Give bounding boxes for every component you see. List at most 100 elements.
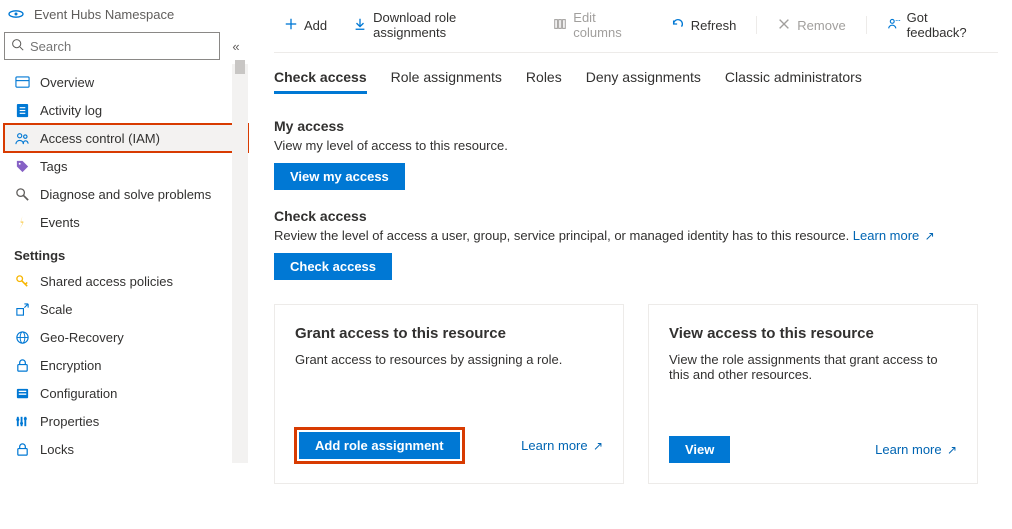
download-icon — [353, 17, 367, 34]
add-button[interactable]: Add — [274, 15, 337, 36]
feedback-icon — [887, 17, 901, 34]
search-icon — [11, 38, 24, 54]
grant-learn-more-link[interactable]: Learn more ↗ — [521, 438, 603, 453]
check-access-desc: Review the level of access a user, group… — [274, 228, 998, 243]
sidebar-item-label: Access control (IAM) — [40, 131, 160, 146]
lock-icon — [14, 441, 30, 457]
grant-card-title: Grant access to this resource — [295, 325, 603, 342]
view-button[interactable]: View — [669, 436, 730, 463]
external-link-icon: ↗ — [921, 229, 934, 243]
view-card-title: View access to this resource — [669, 325, 957, 342]
tab-deny-assignments[interactable]: Deny assignments — [586, 69, 701, 94]
separator — [756, 16, 757, 34]
add-label: Add — [304, 18, 327, 33]
sidebar-scrollbar[interactable] — [232, 64, 248, 463]
search-input-wrapper[interactable] — [4, 32, 220, 60]
properties-icon — [14, 413, 30, 429]
check-access-learn-more-link[interactable]: Learn more ↗ — [853, 228, 935, 243]
grant-card-desc: Grant access to resources by assigning a… — [295, 352, 603, 367]
command-bar: Add Download role assignments Edit colum… — [274, 0, 998, 53]
external-link-icon: ↗ — [944, 443, 957, 457]
tab-classic-administrators[interactable]: Classic administrators — [725, 69, 862, 94]
my-access-title: My access — [274, 118, 998, 134]
edit-columns-label: Edit columns — [573, 10, 645, 40]
remove-icon — [777, 17, 791, 34]
lock-icon — [14, 357, 30, 373]
sidebar-item-geo-recovery[interactable]: Geo-Recovery — [4, 323, 248, 351]
sidebar-item-overview[interactable]: Overview — [4, 68, 248, 96]
sidebar-item-label: Geo-Recovery — [40, 330, 124, 345]
main-panel: Add Download role assignments Edit colum… — [260, 0, 1012, 484]
sidebar-item-label: Scale — [40, 302, 73, 317]
tab-check-access[interactable]: Check access — [274, 69, 367, 94]
cards-row: Grant access to this resource Grant acce… — [274, 304, 998, 484]
separator — [866, 16, 867, 34]
scrollbar-thumb[interactable] — [235, 60, 245, 74]
events-icon — [14, 214, 30, 230]
plus-icon — [284, 17, 298, 34]
overview-icon — [14, 74, 30, 90]
tab-roles[interactable]: Roles — [526, 69, 562, 94]
sidebar-item-label: Events — [40, 215, 80, 230]
sidebar-item-encryption[interactable]: Encryption — [4, 351, 248, 379]
sidebar-item-access-control[interactable]: Access control (IAM) — [4, 124, 248, 152]
namespace-icon — [6, 4, 26, 24]
my-access-section: My access View my level of access to thi… — [274, 118, 998, 190]
resource-header: Event Hubs Namespace — [4, 0, 248, 32]
external-link-icon: ↗ — [590, 439, 603, 453]
download-role-assignments-button[interactable]: Download role assignments — [343, 8, 537, 42]
tab-bar: Check access Role assignments Roles Deny… — [274, 53, 998, 100]
add-role-assignment-button[interactable]: Add role assignment — [299, 432, 460, 459]
refresh-button[interactable]: Refresh — [661, 15, 747, 36]
remove-button: Remove — [767, 15, 855, 36]
search-input[interactable] — [30, 39, 213, 54]
sidebar-item-properties[interactable]: Properties — [4, 407, 248, 435]
sidebar-item-events[interactable]: Events — [4, 208, 248, 236]
sidebar-item-scale[interactable]: Scale — [4, 295, 248, 323]
sidebar-item-diagnose[interactable]: Diagnose and solve problems — [4, 180, 248, 208]
activity-log-icon — [14, 102, 30, 118]
check-access-button[interactable]: Check access — [274, 253, 392, 280]
columns-icon — [553, 17, 567, 34]
check-access-title: Check access — [274, 208, 998, 224]
sidebar-item-label: Shared access policies — [40, 274, 173, 289]
refresh-icon — [671, 17, 685, 34]
tab-role-assignments[interactable]: Role assignments — [391, 69, 502, 94]
sidebar-item-shared-access-policies[interactable]: Shared access policies — [4, 267, 248, 295]
feedback-button[interactable]: Got feedback? — [877, 8, 998, 42]
refresh-label: Refresh — [691, 18, 737, 33]
tags-icon — [14, 158, 30, 174]
globe-icon — [14, 329, 30, 345]
sidebar-item-activity-log[interactable]: Activity log — [4, 96, 248, 124]
view-learn-more-link[interactable]: Learn more ↗ — [875, 442, 957, 457]
sidebar-item-label: Diagnose and solve problems — [40, 187, 211, 202]
collapse-sidebar-button[interactable]: « — [228, 39, 244, 54]
sidebar-item-label: Tags — [40, 159, 67, 174]
view-card-desc: View the role assignments that grant acc… — [669, 352, 957, 382]
highlighted-add-role-assignment: Add role assignment — [295, 428, 464, 463]
key-icon — [14, 273, 30, 289]
feedback-label: Got feedback? — [907, 10, 988, 40]
access-control-icon — [14, 130, 30, 146]
sidebar-item-label: Activity log — [40, 103, 102, 118]
sidebar-item-label: Encryption — [40, 358, 101, 373]
sidebar-item-label: Configuration — [40, 386, 117, 401]
sidebar-item-tags[interactable]: Tags — [4, 152, 248, 180]
left-panel: Event Hubs Namespace « Overview Activity… — [0, 0, 248, 463]
download-label: Download role assignments — [373, 10, 527, 40]
remove-label: Remove — [797, 18, 845, 33]
edit-columns-button: Edit columns — [543, 8, 655, 42]
scale-icon — [14, 301, 30, 317]
grant-access-card: Grant access to this resource Grant acce… — [274, 304, 624, 484]
check-access-section: Check access Review the level of access … — [274, 208, 998, 280]
resource-type-label: Event Hubs Namespace — [34, 7, 174, 22]
settings-section-header: Settings — [4, 236, 248, 267]
sidebar-item-label: Locks — [40, 442, 74, 457]
view-my-access-button[interactable]: View my access — [274, 163, 405, 190]
diagnose-icon — [14, 186, 30, 202]
sidebar-item-locks[interactable]: Locks — [4, 435, 248, 463]
sidebar-item-label: Properties — [40, 414, 99, 429]
configuration-icon — [14, 385, 30, 401]
view-access-card: View access to this resource View the ro… — [648, 304, 978, 484]
sidebar-item-configuration[interactable]: Configuration — [4, 379, 248, 407]
